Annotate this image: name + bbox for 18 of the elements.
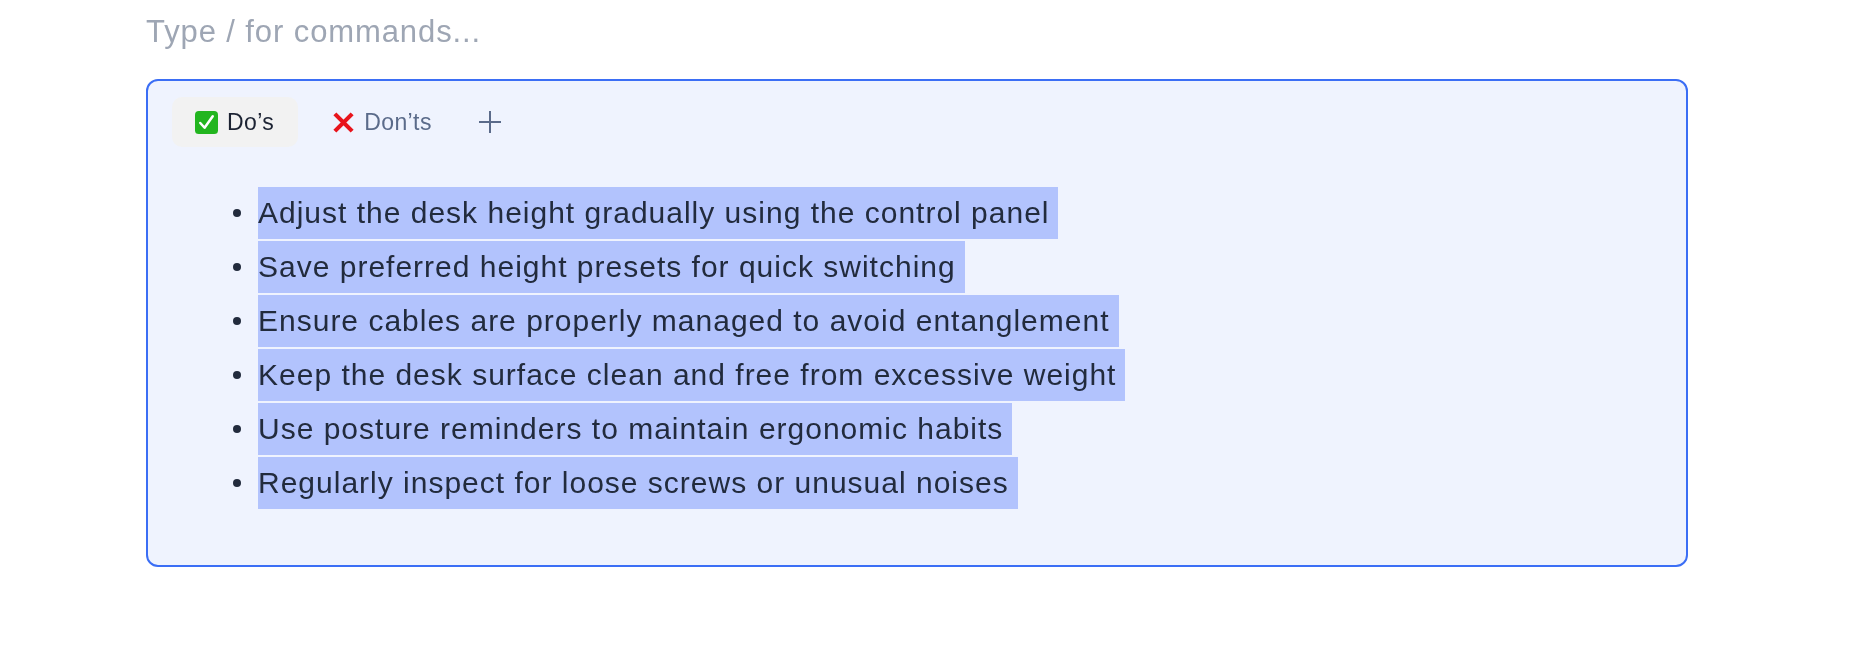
list-item-text: Use posture reminders to maintain ergonomic habits bbox=[258, 403, 1013, 455]
list-item-text: Ensure cables are properly managed to avoid entanglement bbox=[258, 295, 1119, 347]
command-input[interactable]: Type / for commands... bbox=[146, 12, 546, 52]
list-item-text: Save preferred height presets for quick switching bbox=[258, 241, 965, 293]
bullet-icon bbox=[233, 371, 241, 379]
list-item-text: Regularly inspect for loose screws or unusual noises bbox=[258, 457, 1018, 509]
bullet-icon bbox=[233, 317, 241, 325]
bullet-icon bbox=[233, 425, 241, 433]
plus-icon bbox=[478, 111, 501, 133]
tab[interactable]: Do’s bbox=[172, 97, 299, 147]
list-item-text: Keep the desk surface clean and free from excessive weight bbox=[258, 349, 1126, 401]
cross-icon bbox=[332, 110, 356, 134]
check-square-icon bbox=[195, 110, 218, 134]
bullet-icon bbox=[233, 263, 241, 271]
bullet-icon bbox=[233, 209, 241, 217]
bullet-icon bbox=[233, 479, 241, 487]
list-item-text: Adjust the desk height gradually using the control panel bbox=[258, 187, 1059, 239]
tab[interactable]: Don’ts bbox=[309, 97, 456, 147]
